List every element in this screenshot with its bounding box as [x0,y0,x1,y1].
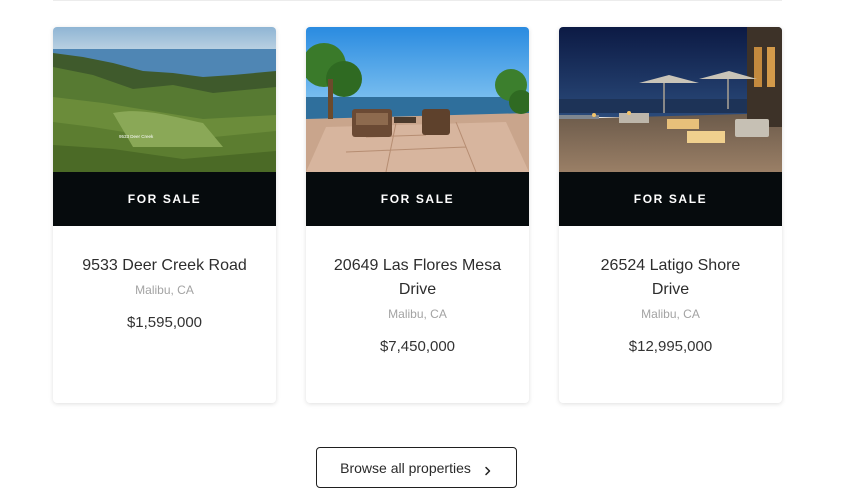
listing-city: Malibu, CA [641,307,700,321]
listing-address[interactable]: 26524 Latigo Shore Drive [581,254,761,302]
listing-card-las-flores[interactable]: FOR SALE 20649 Las Flores Mesa Drive Mal… [306,27,529,403]
listing-card-deer-creek[interactable]: 9533 Deer Creek FOR SALE 9533 Deer Creek… [53,27,276,403]
listing-card-latigo-shore[interactable]: FOR SALE 26524 Latigo Shore Drive Malibu… [559,27,782,403]
listing-price: $1,595,000 [126,314,203,331]
photo-caption: 9533 Deer Creek [119,134,154,139]
patio-ocean-image [306,27,529,172]
for-sale-badge: FOR SALE [306,172,529,226]
browse-button-label: Browse all properties [340,459,471,476]
listing-photo-terrace[interactable] [559,27,782,172]
listing-address[interactable]: 20649 Las Flores Mesa Drive [328,254,508,302]
hills-ocean-image: 9533 Deer Creek [53,27,276,172]
listing-photo-patio[interactable] [306,27,529,172]
browse-all-properties-button[interactable]: Browse all properties [316,447,517,488]
listing-info: 20649 Las Flores Mesa Drive Malibu, CA $… [306,254,529,357]
section-divider [53,0,782,1]
chevron-right-icon [483,463,493,475]
terrace-night-image [559,27,782,172]
listing-price: $7,450,000 [379,338,456,355]
listing-info: 9533 Deer Creek Road Malibu, CA $1,595,0… [53,254,276,333]
listing-info: 26524 Latigo Shore Drive Malibu, CA $12,… [559,254,782,357]
for-sale-badge: FOR SALE [559,172,782,226]
listing-address[interactable]: 9533 Deer Creek Road [75,254,255,278]
listing-photo-hills[interactable]: 9533 Deer Creek [53,27,276,172]
for-sale-badge: FOR SALE [53,172,276,226]
listing-city: Malibu, CA [135,283,194,297]
listing-city: Malibu, CA [388,307,447,321]
listing-price: $12,995,000 [628,338,713,355]
